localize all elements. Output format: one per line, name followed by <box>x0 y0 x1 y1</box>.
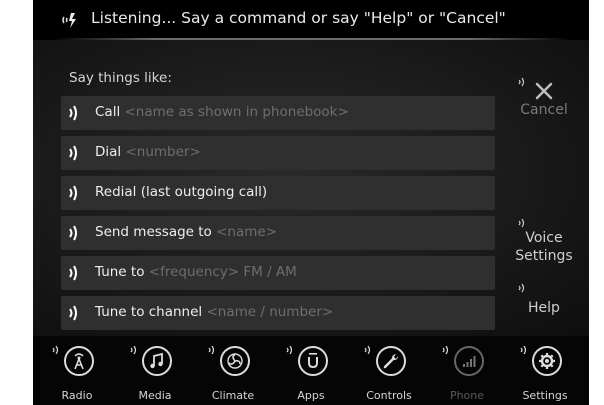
command-row-tune-to[interactable]: Tune to <frequency> FM / AM <box>61 256 495 290</box>
command-text: Send message to <name> <box>95 224 278 240</box>
speech-icon <box>130 346 137 354</box>
voice-settings-button[interactable]: Voice Settings <box>509 218 579 270</box>
phone-icon-circle <box>454 346 484 376</box>
speech-icon <box>69 105 77 121</box>
close-icon <box>535 82 553 100</box>
settings-icon-circle <box>532 346 562 376</box>
uconnect-screen: Listening... Say a command or say "Help"… <box>33 0 589 405</box>
dock-apps[interactable]: Apps <box>275 336 353 405</box>
bottom-dock: Radio Media Climate Apps Controls Phone … <box>33 336 589 405</box>
speech-icon <box>208 346 215 354</box>
speech-icon <box>69 265 77 281</box>
command-row-redial[interactable]: Redial (last outgoing call) <box>61 176 495 210</box>
speech-icon <box>520 346 527 354</box>
command-text: Call <name as shown in phonebook> <box>95 104 349 120</box>
speech-icon <box>518 77 525 87</box>
radio-icon-circle <box>64 346 94 376</box>
music-note-icon <box>150 352 163 369</box>
dock-label: Media <box>138 389 172 402</box>
signal-bars-icon <box>463 356 476 367</box>
command-text: Redial (last outgoing call) <box>95 184 268 200</box>
dock-label: Phone <box>449 389 485 402</box>
listening-status-text: Listening... Say a command or say "Help"… <box>91 9 506 27</box>
dock-phone[interactable]: Phone <box>431 336 509 405</box>
hint-heading: Say things like: <box>69 70 172 86</box>
command-text: Tune to channel <name / number> <box>95 304 334 320</box>
climate-fan-icon <box>227 353 243 369</box>
status-bar: Listening... Say a command or say "Help"… <box>33 0 589 40</box>
cancel-label: Cancel <box>520 102 568 118</box>
dock-label: Apps <box>297 389 325 402</box>
help-button[interactable]: Help <box>509 283 579 323</box>
speech-icon <box>69 305 77 321</box>
dock-media[interactable]: Media <box>119 336 197 405</box>
dock-label: Controls <box>366 389 412 402</box>
help-label: Help <box>528 300 560 316</box>
speech-icon <box>518 283 525 293</box>
command-row-dial[interactable]: Dial <number> <box>61 136 495 170</box>
command-text: Tune to <frequency> FM / AM <box>95 264 297 280</box>
speech-icon <box>69 185 77 201</box>
climate-icon-circle <box>220 346 250 376</box>
dock-label: Climate <box>211 389 255 402</box>
apps-u-icon <box>308 353 318 369</box>
dock-radio[interactable]: Radio <box>41 336 119 405</box>
dock-climate[interactable]: Climate <box>197 336 275 405</box>
speech-icon <box>69 225 77 241</box>
voice-listening-icon <box>62 13 76 28</box>
controls-icon-circle <box>376 346 406 376</box>
dock-controls[interactable]: Controls <box>353 336 431 405</box>
command-row-call[interactable]: Call <name as shown in phonebook> <box>61 96 495 130</box>
speech-icon <box>286 346 293 354</box>
speech-icon <box>364 346 371 354</box>
command-row-tune-to-channel[interactable]: Tune to channel <name / number> <box>61 296 495 330</box>
dock-label: Settings <box>522 389 568 402</box>
speech-icon <box>518 218 525 228</box>
media-icon-circle <box>142 346 172 376</box>
radio-antenna-icon <box>74 353 84 370</box>
gear-icon <box>539 353 555 369</box>
apps-icon-circle <box>298 346 328 376</box>
command-text: Dial <number> <box>95 144 201 160</box>
command-row-send-message[interactable]: Send message to <name> <box>61 216 495 250</box>
voice-settings-label: Voice Settings <box>515 230 573 264</box>
dock-settings[interactable]: Settings <box>509 336 587 405</box>
speech-icon <box>69 145 77 161</box>
dock-label: Radio <box>61 389 93 402</box>
wrench-icon <box>383 354 398 369</box>
voice-command-panel: Say things like: Call <name as shown in … <box>33 40 589 336</box>
speech-icon <box>52 346 59 354</box>
cancel-button[interactable]: Cancel <box>509 75 579 125</box>
speech-icon <box>442 346 449 354</box>
